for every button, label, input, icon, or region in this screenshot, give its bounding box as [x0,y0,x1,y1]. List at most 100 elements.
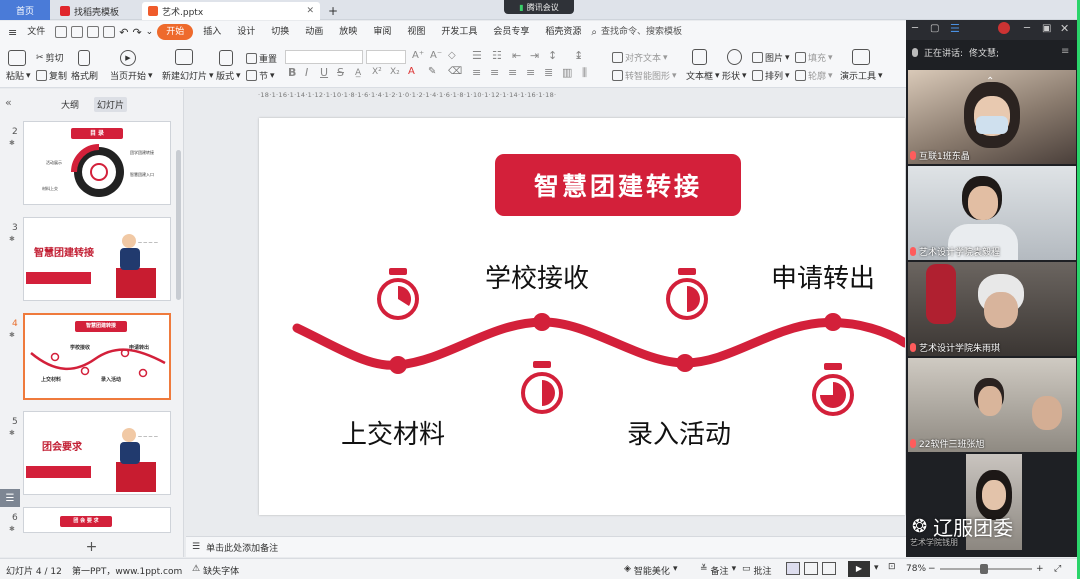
justify-icon[interactable]: ≡ [526,66,535,79]
menu-design[interactable]: 设计 [231,24,261,40]
format-painter-button[interactable]: 格式刷 [71,69,98,82]
subscript-icon[interactable]: X₂ [390,67,400,77]
zoom-slider-thumb[interactable] [980,564,988,574]
notes-bar[interactable]: ☰ 单击此处添加备注 [186,536,906,557]
smartart-button[interactable]: 转智能图形 ▾ [612,69,677,82]
align-text-button[interactable]: 对齐文本 ▾ [612,51,668,64]
play-slideshow-icon[interactable]: ▶ [848,561,870,577]
chevron-down-icon[interactable]: ▾ [874,563,879,573]
play-from-current-button[interactable]: 当页开始 ▾ [110,69,153,83]
menu-insert[interactable]: 插入 [197,24,227,40]
comments-button[interactable]: ▭ 批注 [742,564,772,577]
section-button[interactable]: 节 ▾ [246,69,275,82]
participant-video[interactable]: 艺术设计学院袁毅程 [908,166,1076,260]
align-right-icon[interactable]: ≡ [508,66,517,79]
hamburger-icon[interactable]: ≡ [8,26,17,39]
new-tab-button[interactable]: + [322,2,344,20]
bullets-icon[interactable]: ☰ [472,49,482,62]
menu-home[interactable]: 开始 [157,24,194,40]
text-direction-icon[interactable]: ⫼ [582,66,587,80]
menu-file[interactable]: 文件 [21,24,51,40]
participant-video[interactable]: ⌃ 互联1班东晶 [908,70,1076,164]
presenter-icon[interactable] [852,49,870,65]
copy-button[interactable]: 复制 [36,69,67,82]
paste-button[interactable]: 粘贴 ▾ [6,69,31,83]
thumbnail-scrollbar[interactable] [176,150,181,300]
participant-video[interactable]: 艺术设计学院朱雨琪 [908,262,1076,356]
window-minimize-icon[interactable]: ─ [1024,23,1030,34]
search-icon[interactable]: ⌕ [591,27,597,38]
highlight-icon[interactable]: ✎ [428,66,436,77]
outline-button[interactable]: 轮廓 ▾ [795,69,833,82]
menu-animations[interactable]: 动画 [299,24,329,40]
menu-view[interactable]: 视图 [401,24,431,40]
sort-icon[interactable]: ↨ [574,49,583,62]
layout-grid-icon[interactable]: ☰ [950,22,960,35]
presenter-tools-button[interactable]: 演示工具 ▾ [840,69,883,83]
side-menu-icon[interactable]: ☰ [0,489,20,507]
cut-button[interactable]: ✂ 剪切 [36,51,64,65]
bold-button[interactable]: B [288,66,296,79]
clear-format-icon[interactable]: ⌫ [448,66,462,77]
thumbnail-slide-4[interactable]: 智慧团建转接 学校接收 申请转出 上交材料 录入活动 [23,313,171,400]
beautify-button[interactable]: ◈ 智能美化 ▾ [624,564,677,577]
paste-icon[interactable] [8,50,26,66]
fit-window-icon[interactable]: ⊡ [888,562,896,572]
distribute-icon[interactable]: ≣ [544,66,553,79]
collapse-pane-icon[interactable]: « [5,96,12,109]
participant-video[interactable]: 22软件三班张旭 [908,358,1076,452]
line-spacing-icon[interactable]: ↕ [548,49,557,62]
menu-member[interactable]: 会员专享 [487,24,535,40]
minimize-icon[interactable]: ─ [912,23,918,34]
increase-indent-icon[interactable]: ⇥ [530,49,539,62]
new-slide-button[interactable]: 新建幻灯片 ▾ [162,69,214,83]
window-restore-icon[interactable]: ▣ [1042,23,1051,34]
window-close-icon[interactable]: ✕ [1060,22,1069,35]
thumbnail-slide-5[interactable]: 团会要求 — — — — [23,411,171,495]
avatar[interactable] [998,22,1010,34]
tab-outline[interactable]: 大纲 [58,97,82,112]
shape-icon[interactable] [727,49,742,65]
picture-button[interactable]: 图片 ▾ [752,51,790,64]
decrease-indent-icon[interactable]: ⇤ [512,49,521,62]
shape-button[interactable]: 形状 ▾ [722,69,747,83]
strikethrough-button[interactable]: S [337,66,344,79]
sorter-view-icon[interactable] [804,562,818,575]
char-spacing-icon[interactable]: A̲ [355,68,361,78]
grow-font-icon[interactable]: A⁺ [412,50,424,61]
export-pdf-icon[interactable] [71,26,84,38]
play-icon[interactable]: ▶ [120,50,136,66]
print-icon[interactable] [87,26,100,38]
slide-canvas[interactable]: 智慧团建转接 上交材料 学校接收 录入活动 申请转出 [259,118,905,515]
superscript-icon[interactable]: X² [372,67,382,77]
reading-view-icon[interactable] [822,562,836,575]
window-icon[interactable]: ▢ [930,23,939,34]
menu-docer[interactable]: 稻壳资源 [539,24,587,40]
print-preview-icon[interactable] [103,26,116,38]
tab-template[interactable]: 找稻壳模板 [54,2,140,20]
menu-icon[interactable]: ≡ [1061,46,1069,57]
font-color-icon[interactable]: A [408,66,415,77]
align-center-icon[interactable]: ≡ [490,66,499,79]
menu-review[interactable]: 审阅 [367,24,397,40]
font-size-select[interactable] [366,50,406,64]
chevron-down-icon[interactable]: ⌄ [146,27,154,37]
undo-icon[interactable]: ↶ [119,26,128,39]
shrink-font-icon[interactable]: A⁻ [430,50,442,61]
thumbnail-slide-2[interactable]: 目 录 活动展示 团学团建转接 智慧团建入口 材料上交 [23,121,171,205]
new-slide-icon[interactable] [175,49,193,65]
close-tab-icon[interactable]: ✕ [306,6,314,16]
underline-button[interactable]: U [320,66,328,79]
tab-slides[interactable]: 幻灯片 [94,97,128,112]
save-icon[interactable] [55,26,68,38]
fullscreen-icon[interactable]: ⤢ [1054,564,1061,574]
chevron-up-icon[interactable]: ⌃ [986,76,994,87]
thumbnail-slide-3[interactable]: 智慧团建转接 — — — — [23,217,171,301]
change-case-icon[interactable]: ◇ [448,50,456,61]
italic-button[interactable]: I [305,66,308,79]
tab-home[interactable]: 首页 [0,0,50,20]
align-left-icon[interactable]: ≡ [472,66,481,79]
thumbnail-slide-6[interactable]: 团 会 要 求 [23,507,171,533]
notes-toggle-button[interactable]: ≚ 备注 ▾ [700,564,736,577]
layout-button[interactable]: 版式 ▾ [216,69,241,83]
